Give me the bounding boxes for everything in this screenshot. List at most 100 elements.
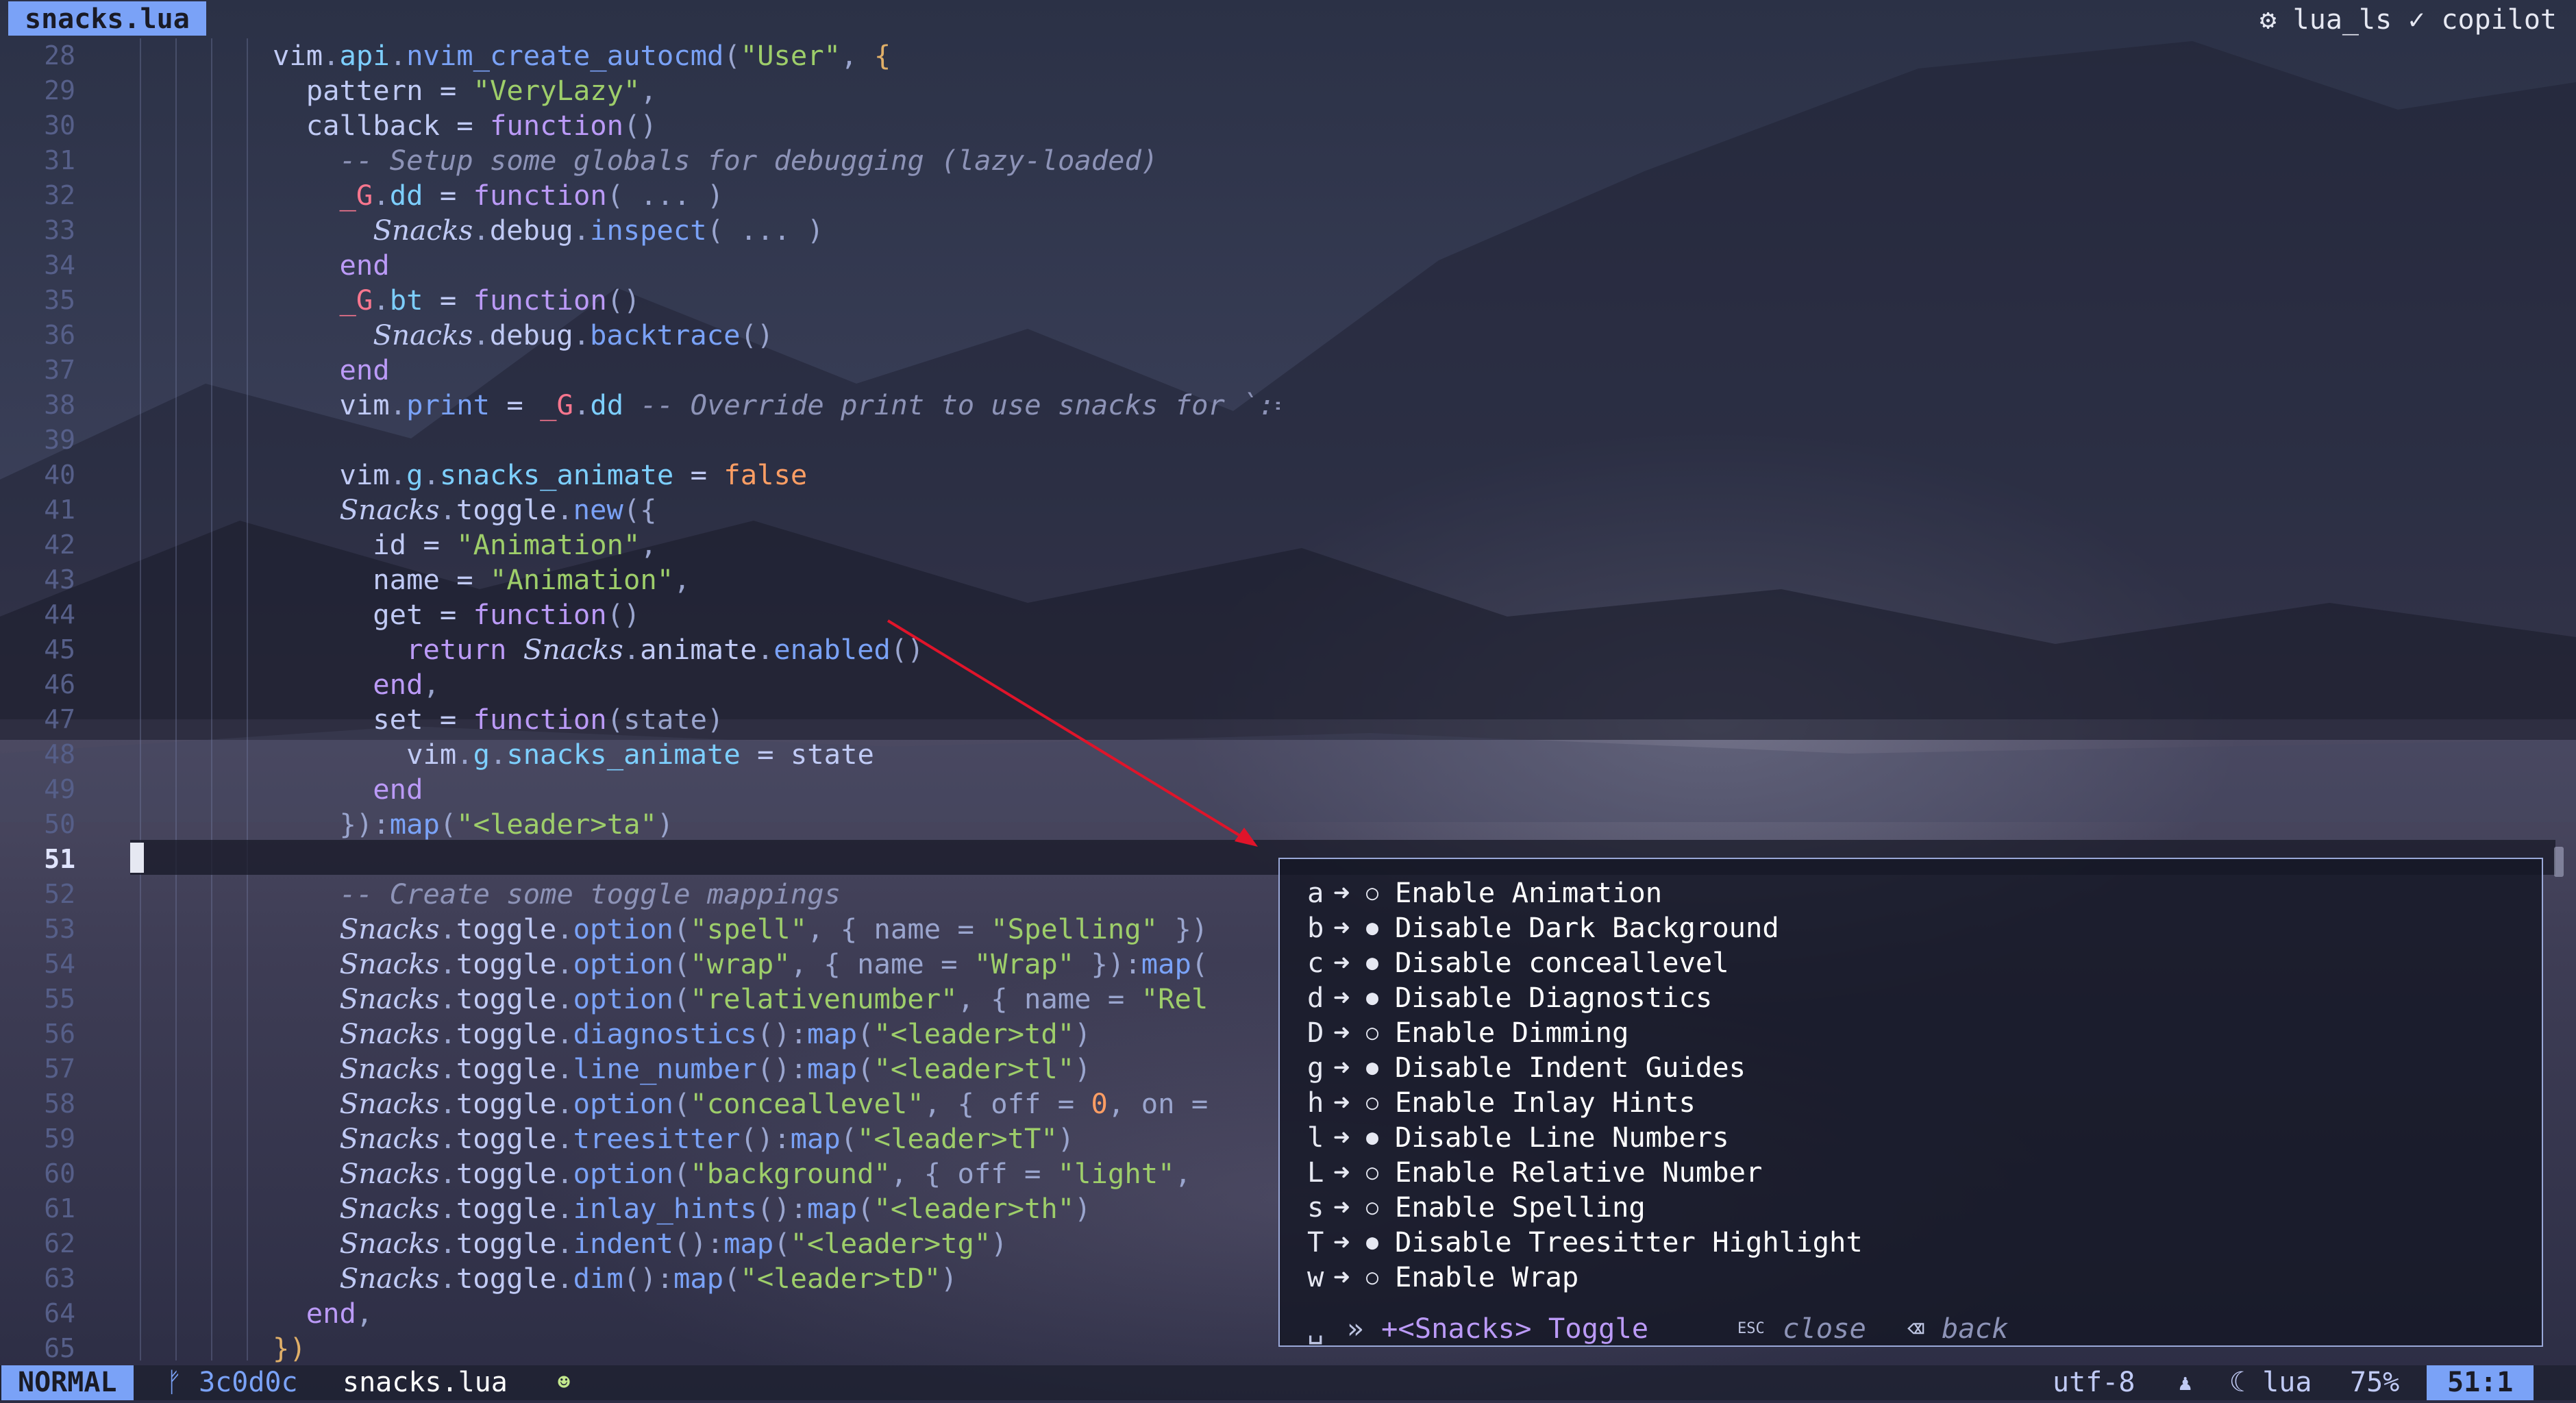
code-line[interactable] <box>273 842 1280 877</box>
code-line[interactable]: Snacks.toggle.option("relativenumber", {… <box>273 982 1280 1017</box>
scrollbar-thumb[interactable] <box>2554 847 2564 877</box>
code-line[interactable]: Snacks.toggle.dim():map("<leader>tD") <box>273 1261 1280 1296</box>
code-line[interactable]: _G.bt = function() <box>273 283 1280 318</box>
code-token: ( <box>773 1227 791 1260</box>
which-key-item[interactable]: D ➜ ○ Enable Dimming <box>1307 1015 1863 1050</box>
code-line[interactable]: vim.print = _G.dd -- Override print to u… <box>273 388 1280 423</box>
code-token: . <box>439 912 456 945</box>
filetype-label: lua <box>2262 1367 2312 1398</box>
code-token: . <box>556 1262 573 1295</box>
which-key-item[interactable]: g ➜ ● Disable Indent Guides <box>1307 1050 1863 1085</box>
which-key-item[interactable]: b ➜ ● Disable Dark Background <box>1307 910 1863 945</box>
code-editor[interactable]: vim.api.nvim_create_autocmd("User", { pa… <box>273 38 1280 1366</box>
lsp-status: ⚙ lua_ls ✓ copilot <box>2259 4 2557 36</box>
code-token: }) <box>273 1332 306 1365</box>
code-token: . <box>439 1122 456 1155</box>
code-token: (): <box>756 1192 807 1225</box>
code-line[interactable]: Snacks.toggle.option("conceallevel", { o… <box>273 1087 1280 1121</box>
which-key-item[interactable]: d ➜ ● Disable Diagnostics <box>1307 980 1863 1015</box>
backspace-icon: ⌫ <box>1907 1312 1924 1345</box>
code-line[interactable]: Snacks.debug.inspect( ... ) <box>273 213 1280 248</box>
git-branch[interactable]: ᚠ 3c0d0c <box>166 1365 298 1400</box>
code-token: . <box>439 1262 456 1295</box>
lsp-icon: ♟ <box>2179 1369 2192 1395</box>
code-line[interactable]: vim.g.snacks_animate = false <box>273 458 1280 493</box>
code-line[interactable]: pattern = "VeryLazy", <box>273 73 1280 108</box>
code-line[interactable]: _G.dd = function( ... ) <box>273 178 1280 213</box>
code-line[interactable]: vim.g.snacks_animate = state <box>273 737 1280 772</box>
code-line[interactable]: end <box>273 772 1280 807</box>
mode-indicator: NORMAL <box>1 1365 134 1400</box>
code-token: ( <box>723 39 741 72</box>
code-line[interactable]: end, <box>273 667 1280 702</box>
back-hint[interactable]: back <box>1942 1311 2009 1346</box>
code-line[interactable]: vim.api.nvim_create_autocmd("User", { <box>273 38 1280 73</box>
code-line[interactable]: Snacks.toggle.option("background", { off… <box>273 1156 1280 1191</box>
close-hint[interactable]: close <box>1783 1311 1907 1346</box>
code-line[interactable]: end <box>273 248 1280 283</box>
which-key-item[interactable]: l ➜ ● Disable Line Numbers <box>1307 1120 1863 1155</box>
toggle-state-icon: ○ <box>1366 1160 1379 1184</box>
code-token: print <box>406 388 490 421</box>
code-token: toggle <box>456 1087 557 1120</box>
code-line[interactable]: -- Setup some globals for debugging (laz… <box>273 143 1280 178</box>
code-token: g <box>473 738 490 771</box>
code-line[interactable]: set = function(state) <box>273 702 1280 737</box>
code-line[interactable] <box>273 423 1280 458</box>
code-line[interactable]: Snacks.toggle.option("spell", { name = "… <box>273 912 1280 947</box>
line-number: 51 <box>44 844 75 874</box>
which-key-item[interactable]: h ➜ ○ Enable Inlay Hints <box>1307 1085 1863 1120</box>
code-line[interactable]: Snacks.toggle.diagnostics():map("<leader… <box>273 1017 1280 1052</box>
code-token: () <box>606 598 641 631</box>
code-line[interactable]: Snacks.toggle.indent():map("<leader>tg") <box>273 1226 1280 1261</box>
line-number: 31 <box>44 145 75 175</box>
code-token: option <box>573 947 673 980</box>
code-line[interactable]: Snacks.toggle.new({ <box>273 493 1280 527</box>
code-token: Snacks <box>339 1122 440 1155</box>
which-key-item[interactable]: L ➜ ○ Enable Relative Number <box>1307 1155 1863 1190</box>
buffer-tab[interactable]: snacks.lua <box>8 1 206 36</box>
which-key-item[interactable]: T ➜ ● Disable Treesitter Highlight <box>1307 1225 1863 1260</box>
which-key-item[interactable]: c ➜ ● Disable conceallevel <box>1307 945 1863 980</box>
code-token: = state <box>740 738 874 771</box>
line-number: 45 <box>44 634 75 665</box>
code-line[interactable]: return Snacks.animate.enabled() <box>273 632 1280 667</box>
code-line[interactable]: Snacks.toggle.option("wrap", { name = "W… <box>273 947 1280 982</box>
code-line[interactable]: callback = function() <box>273 108 1280 143</box>
code-line[interactable]: Snacks.debug.backtrace() <box>273 318 1280 353</box>
code-token: debug <box>489 319 573 351</box>
arrow-right-icon: ➜ <box>1333 911 1350 944</box>
code-token: . <box>373 284 390 316</box>
arrow-right-icon: ➜ <box>1333 876 1350 909</box>
code-line[interactable]: get = function() <box>273 597 1280 632</box>
line-number: 40 <box>44 460 75 490</box>
code-token: g <box>406 458 423 491</box>
code-token: "<leader>tD" <box>740 1262 941 1295</box>
code-line[interactable]: Snacks.toggle.treesitter():map("<leader>… <box>273 1121 1280 1156</box>
code-line[interactable]: Snacks.toggle.inlay_hints():map("<leader… <box>273 1191 1280 1226</box>
code-token: ) <box>1074 1192 1091 1225</box>
code-line[interactable]: end <box>273 353 1280 388</box>
code-line[interactable]: }):map("<leader>ta") <box>273 807 1280 842</box>
line-number: 52 <box>44 879 75 909</box>
code-token: . <box>439 1052 456 1085</box>
which-key-key: c <box>1307 946 1324 979</box>
code-token: , { name = <box>790 947 974 980</box>
which-key-item[interactable]: s ➜ ○ Enable Spelling <box>1307 1190 1863 1225</box>
group-label: +<Snacks> Toggle <box>1381 1312 1649 1345</box>
code-line[interactable]: id = "Animation", <box>273 527 1280 562</box>
which-key-item[interactable]: w ➜ ○ Enable Wrap <box>1307 1260 1863 1295</box>
code-line[interactable]: }) <box>273 1331 1280 1366</box>
which-key-item[interactable]: a ➜ ○ Enable Animation <box>1307 876 1863 910</box>
code-token: ( <box>673 982 691 1015</box>
arrow-right-icon: ➜ <box>1333 946 1350 979</box>
toggle-state-icon: ● <box>1366 916 1379 940</box>
code-token: Snacks <box>373 214 473 247</box>
code-line[interactable]: end, <box>273 1296 1280 1331</box>
code-line[interactable]: Snacks.toggle.line_number():map("<leader… <box>273 1052 1280 1087</box>
code-token: , on = <box>1107 1087 1209 1120</box>
code-line[interactable]: -- Create some toggle mappings <box>273 877 1280 912</box>
code-line[interactable]: name = "Animation", <box>273 562 1280 597</box>
statusline-filename: snacks.lua <box>343 1367 508 1398</box>
